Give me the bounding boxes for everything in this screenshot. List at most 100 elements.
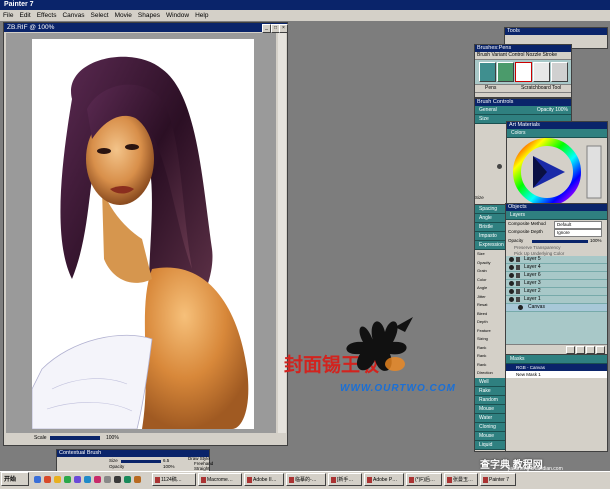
color-wheel-icon[interactable] — [507, 138, 607, 206]
cloning-section[interactable]: Cloning — [475, 423, 505, 432]
tab-nozzle[interactable]: Nozzle — [526, 52, 541, 58]
expression-section[interactable]: Expression — [475, 241, 505, 250]
mask-row[interactable]: New Mask 1 — [506, 371, 607, 378]
quick-launch-1-icon[interactable] — [34, 476, 41, 483]
start-button[interactable]: 开始 — [1, 472, 29, 486]
quick-launch-10-icon[interactable] — [124, 476, 131, 483]
composite-depth-select[interactable]: Ignore — [554, 229, 602, 237]
menu-edit[interactable]: Edit — [16, 10, 33, 21]
liquid-section[interactable]: Liquid — [475, 441, 505, 450]
layer-row[interactable]: Layer 4 — [506, 264, 607, 272]
lock-icon[interactable] — [516, 289, 520, 294]
water-section[interactable]: Water — [475, 414, 505, 423]
layer-name: Layer 5 — [524, 256, 541, 262]
taskbar-item[interactable]: 张曼玉… — [444, 473, 478, 486]
tab-variant[interactable]: Variant — [491, 52, 506, 58]
taskbar-item[interactable]: (*)F)后… — [406, 473, 442, 486]
lock-icon[interactable] — [516, 265, 520, 270]
painting-canvas[interactable] — [32, 39, 254, 429]
eye-icon[interactable] — [509, 289, 514, 294]
brush-variant-1-icon[interactable] — [479, 62, 496, 82]
minimize-icon[interactable]: _ — [262, 24, 271, 33]
layer-opacity-value: 100% — [590, 238, 602, 243]
eye-icon[interactable] — [518, 305, 523, 310]
brush-variant-3-icon[interactable] — [515, 62, 532, 82]
menu-canvas[interactable]: Canvas — [59, 10, 87, 21]
new-layer-icon[interactable] — [566, 346, 575, 354]
quick-launch-2-icon[interactable] — [44, 476, 51, 483]
brush-variant-5-icon[interactable] — [551, 62, 568, 82]
brush-controls-sections: Spacing Angle Bristle Impasto Expression… — [474, 204, 506, 452]
brush-variant-name[interactable]: Scratchboard Tool — [521, 85, 561, 92]
quick-launch-6-icon[interactable] — [84, 476, 91, 483]
brush-tabs[interactable]: Brush Variant Control Nozzle Stroke — [475, 52, 571, 60]
tab-control[interactable]: Control — [508, 52, 524, 58]
brush-variant-2-icon[interactable] — [497, 62, 514, 82]
mouse-section[interactable]: Mouse — [475, 405, 505, 414]
lock-icon[interactable] — [516, 281, 520, 286]
quick-launch-3-icon[interactable] — [54, 476, 61, 483]
close-icon[interactable]: × — [279, 24, 288, 33]
menu-help[interactable]: Help — [192, 10, 211, 21]
taskbar-item[interactable]: Macrome… — [198, 473, 242, 486]
layer-row[interactable]: Layer 1 — [506, 296, 607, 304]
general-section[interactable]: General Opacity 100% — [475, 106, 571, 115]
color-picker[interactable] — [507, 138, 607, 206]
menu-movie[interactable]: Movie — [112, 10, 135, 21]
quick-launch-8-icon[interactable] — [104, 476, 111, 483]
taskbar-item-active[interactable]: Painter 7 — [480, 473, 516, 486]
menu-select[interactable]: Select — [88, 10, 112, 21]
taskbar-item[interactable]: 1124稿… — [152, 473, 196, 486]
menu-window[interactable]: Window — [163, 10, 192, 21]
taskbar-item[interactable]: Adobe P… — [364, 473, 404, 486]
layers-tab[interactable]: Layers — [506, 211, 607, 220]
layer-row[interactable]: Layer 2 — [506, 288, 607, 296]
quick-launch-7-icon[interactable] — [94, 476, 101, 483]
brush-variant-4-icon[interactable] — [533, 62, 550, 82]
taskbar-item[interactable]: [新手… — [328, 473, 362, 486]
scale-slider[interactable] — [50, 436, 100, 440]
brush-category[interactable]: Pens — [485, 85, 496, 92]
well-section[interactable]: Well — [475, 378, 505, 387]
layer-row[interactable]: Layer 5 — [506, 256, 607, 264]
quick-launch-4-icon[interactable] — [64, 476, 71, 483]
spacing-section[interactable]: Spacing — [475, 205, 505, 214]
colors-section[interactable]: Colors — [507, 129, 607, 138]
quick-launch-5-icon[interactable] — [74, 476, 81, 483]
quick-launch-9-icon[interactable] — [114, 476, 121, 483]
taskbar-item[interactable]: Adobe II… — [244, 473, 284, 486]
random-section[interactable]: Random — [475, 396, 505, 405]
delete-layer-icon[interactable] — [596, 346, 605, 354]
impasto-section[interactable]: Impasto — [475, 232, 505, 241]
layer-row[interactable]: Layer 3 — [506, 280, 607, 288]
rake-section[interactable]: Rake — [475, 387, 505, 396]
lock-icon[interactable] — [516, 297, 520, 302]
lock-icon[interactable] — [516, 257, 520, 262]
composite-method-select[interactable]: Default — [554, 221, 602, 229]
layer-row[interactable]: Layer 6 — [506, 272, 607, 280]
bristle-section[interactable]: Bristle — [475, 223, 505, 232]
quick-launch-11-icon[interactable] — [134, 476, 141, 483]
mouse-section-2[interactable]: Mouse — [475, 432, 505, 441]
lock-icon[interactable] — [516, 273, 520, 278]
brush-variant-strip[interactable] — [475, 60, 571, 84]
menu-shapes[interactable]: Shapes — [135, 10, 163, 21]
eye-icon[interactable] — [509, 265, 514, 270]
menu-file[interactable]: File — [0, 10, 16, 21]
eye-icon[interactable] — [509, 273, 514, 278]
eye-icon[interactable] — [509, 257, 514, 262]
layer-mask-icon[interactable] — [576, 346, 585, 354]
menu-effects[interactable]: Effects — [34, 10, 60, 21]
eye-icon[interactable] — [509, 281, 514, 286]
tab-brush[interactable]: Brush — [477, 52, 490, 58]
taskbar-item[interactable]: 临摹的-… — [286, 473, 326, 486]
layer-adjust-icon[interactable] — [586, 346, 595, 354]
layer-opacity-slider[interactable] — [532, 240, 588, 243]
mask-row-rgb[interactable]: RGB - Canvas — [506, 364, 607, 371]
tab-stroke[interactable]: Stroke — [543, 52, 557, 58]
masks-title[interactable]: Masks — [506, 355, 607, 364]
eye-icon[interactable] — [509, 297, 514, 302]
angle-section[interactable]: Angle — [475, 214, 505, 223]
document-title-bar[interactable]: ZB.RIF @ 100% _ □ × — [4, 23, 288, 33]
canvas-layer-row[interactable]: Canvas — [506, 304, 607, 312]
